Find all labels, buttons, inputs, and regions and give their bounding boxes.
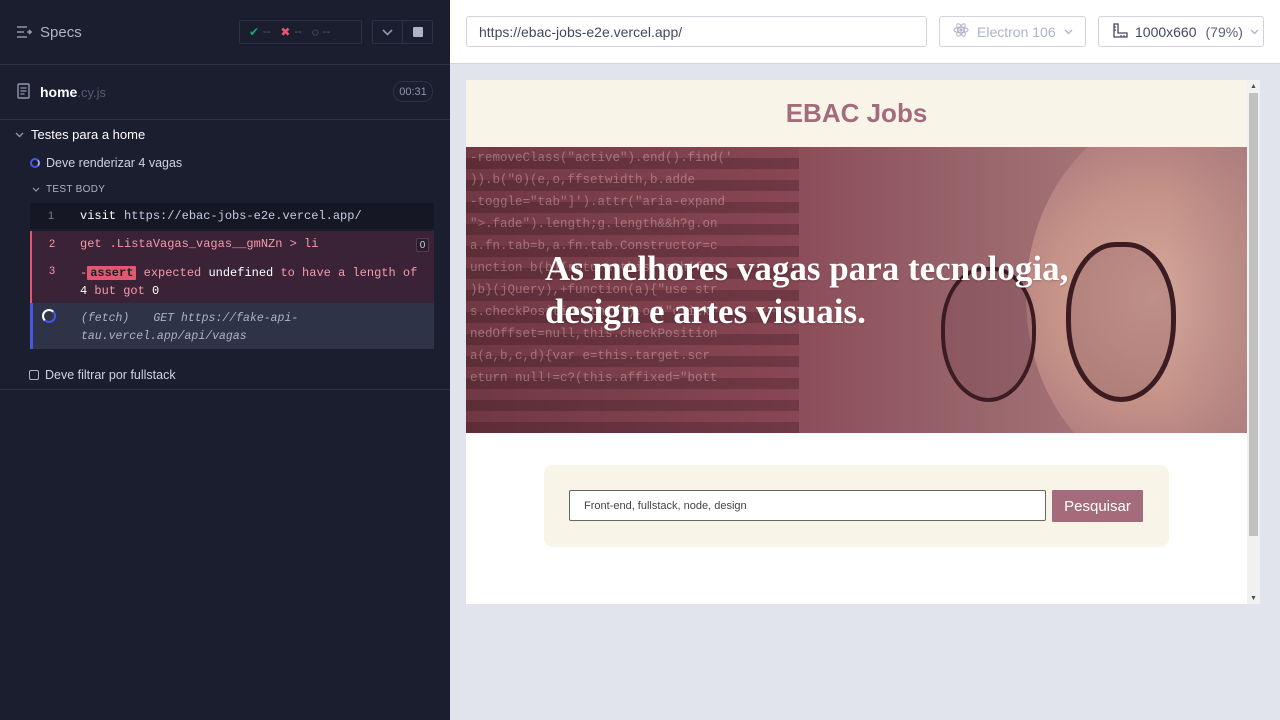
assert-word: expected: [143, 266, 202, 280]
hero-photo-hair: [1166, 147, 1247, 433]
site-title: EBAC Jobs: [785, 98, 928, 128]
test-body-toggle[interactable]: TEST BODY: [32, 184, 105, 195]
command-text: - assert expected undefined to have a len…: [80, 264, 420, 300]
failed-count: --: [294, 26, 302, 38]
assert-word: but got: [94, 284, 145, 298]
stop-button[interactable]: [402, 20, 433, 44]
command-row-get[interactable]: 2 get .ListaVagas_vagas__gmNZn > li 0: [30, 231, 434, 258]
command-row-fetch[interactable]: (fetch) GET https://fake-api-tau.vercel.a…: [30, 303, 434, 349]
assert-word: to have a length of: [280, 266, 418, 280]
command-row-visit[interactable]: 1 visit https://ebac-jobs-e2e.vercel.app/: [30, 203, 434, 229]
element-count-badge: 0: [416, 238, 429, 252]
test-running[interactable]: Deve renderizar 4 vagas: [30, 156, 182, 170]
spinner-icon: ◌: [311, 25, 319, 39]
assert-chip: assert: [87, 266, 137, 280]
aut-url-field[interactable]: https://ebac-jobs-e2e.vercel.app/: [466, 16, 927, 47]
assert-expected: 4: [80, 284, 88, 298]
run-stats: ✔ -- ✖ -- ◌ --: [239, 20, 362, 44]
scroll-thumb[interactable]: [1249, 93, 1258, 536]
fetch-label: (fetch): [81, 312, 130, 325]
browser-selector[interactable]: Electron 106: [939, 16, 1086, 47]
running-icon: [30, 158, 40, 168]
command-number: 3: [49, 265, 56, 277]
site-header: EBAC Jobs: [466, 80, 1247, 147]
search-button[interactable]: Pesquisar: [1052, 490, 1143, 522]
chevron-down-icon: [382, 23, 393, 41]
hero-headline: As melhores vagas para tecnologia, desig…: [545, 249, 1069, 331]
divider: [0, 389, 450, 390]
assert-actual: undefined: [208, 266, 274, 280]
electron-icon: [953, 22, 969, 41]
aut-iframe: EBAC Jobs -removeClass("active").end().f…: [466, 80, 1260, 604]
command-arg: .ListaVagas_vagas__gmNZn > li: [109, 237, 319, 251]
check-icon: ✔: [249, 25, 260, 39]
chevron-down-icon: [32, 184, 40, 195]
pending-stat: ◌ --: [312, 25, 330, 39]
command-number: 1: [48, 210, 55, 222]
search-form: Pesquisar: [544, 465, 1169, 547]
suite-toggle[interactable]: Testes para a home: [15, 127, 145, 142]
passed-count: --: [263, 26, 271, 38]
hero-banner: -removeClass("active").end().find(' )).b…: [466, 147, 1247, 433]
chevron-down-icon: [15, 130, 24, 140]
browser-label: Electron 106: [977, 23, 1056, 40]
command-text: (fetch) GET https://fake-api-tau.vercel.a…: [81, 310, 411, 346]
test-title: Deve filtrar por fullstack: [45, 368, 176, 382]
passed-stat: ✔ --: [249, 25, 270, 39]
specs-label: Specs: [40, 24, 82, 41]
loading-spinner-icon: [42, 309, 56, 323]
pending-test-icon: [29, 370, 39, 380]
assert-got: 0: [152, 284, 160, 298]
document-icon: [17, 83, 30, 104]
test-title: Deve renderizar 4 vagas: [46, 156, 183, 170]
chevron-down-icon: [1064, 27, 1073, 37]
pending-count: --: [322, 26, 331, 38]
failed-stat: ✖ --: [280, 25, 301, 39]
ruler-icon: [1113, 22, 1128, 41]
suite-title: Testes para a home: [31, 127, 146, 142]
spec-file-name: home.cy.js: [40, 84, 106, 100]
iframe-scrollbar[interactable]: ▲ ▼: [1247, 80, 1260, 604]
scroll-down-icon[interactable]: ▼: [1250, 595, 1257, 602]
stop-icon: [412, 27, 423, 37]
spec-extension: .cy.js: [77, 85, 106, 100]
command-row-assert[interactable]: 3 - assert expected undefined to have a l…: [30, 258, 434, 303]
reporter-header: Specs ✔ -- ✖ -- ◌ --: [0, 0, 450, 65]
aut-toolbar: https://ebac-jobs-e2e.vercel.app/ Electr…: [450, 0, 1280, 64]
command-arg: https://ebac-jobs-e2e.vercel.app/: [124, 209, 362, 223]
test-body-label: TEST BODY: [46, 184, 106, 195]
command-text: visit https://ebac-jobs-e2e.vercel.app/: [80, 209, 362, 223]
viewport-size: 1000x660: [1135, 23, 1197, 40]
fetch-method: GET: [153, 312, 175, 325]
cross-icon: ✖: [280, 25, 291, 39]
scroll-up-icon[interactable]: ▲: [1250, 83, 1257, 90]
search-input[interactable]: [569, 490, 1046, 521]
test-pending[interactable]: Deve filtrar por fullstack: [29, 368, 176, 382]
spec-name: home: [40, 84, 78, 100]
options-dropdown-button[interactable]: [372, 20, 403, 44]
command-name: get: [80, 237, 102, 251]
command-name: visit: [80, 209, 117, 223]
command-number: 2: [49, 238, 56, 250]
chevron-down-icon: [1250, 27, 1259, 37]
viewport-selector[interactable]: 1000x660 (79%): [1098, 16, 1264, 47]
viewport-zoom: (79%): [1205, 23, 1243, 40]
spec-duration: 00:31: [393, 81, 433, 102]
command-text: get .ListaVagas_vagas__gmNZn > li: [80, 237, 318, 251]
specs-list-icon: [17, 26, 32, 39]
reporter-panel: Specs ✔ -- ✖ -- ◌ -- home.cy.js 00:31 Te…: [0, 0, 450, 720]
aut-panel: https://ebac-jobs-e2e.vercel.app/ Electr…: [450, 0, 1280, 720]
specs-toggle-button[interactable]: Specs: [17, 24, 82, 41]
